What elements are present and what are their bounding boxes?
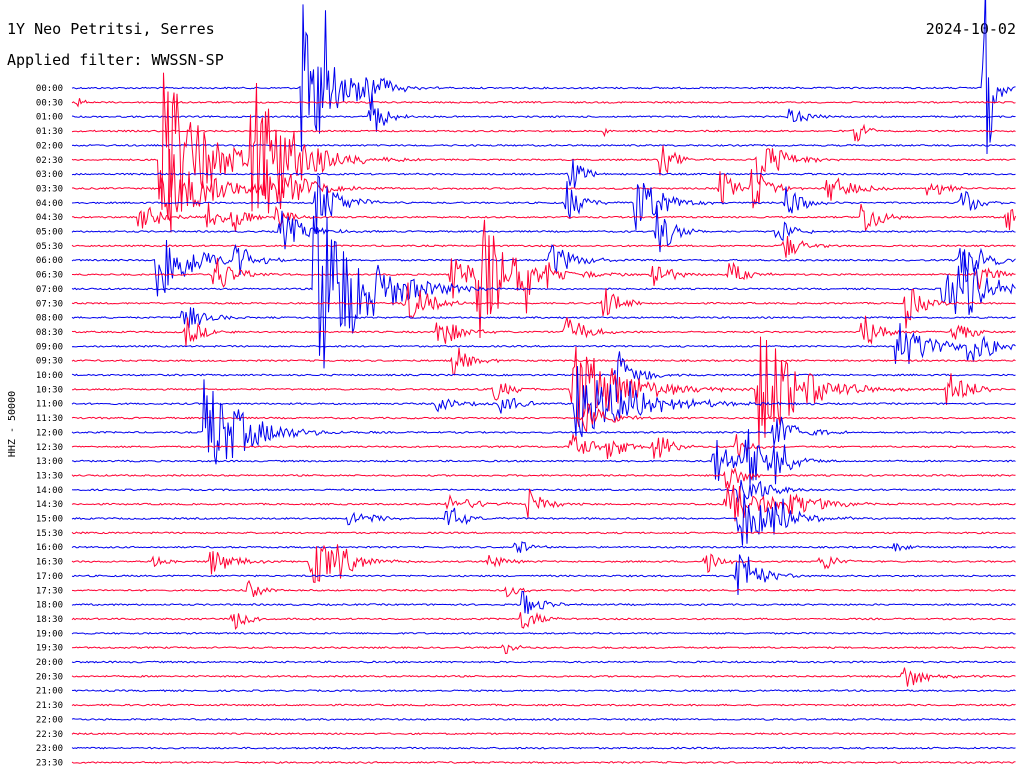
trace-row-2130 — [71, 703, 1016, 707]
trace-group — [71, 0, 1016, 764]
row-label: 05:00 — [36, 228, 63, 238]
tick-labels: 00:00 00:30 01:00 01:30 02:00 02:30 03:00 03:30… — [36, 84, 63, 768]
row-label: 23:00 — [36, 744, 63, 754]
trace-row-1830 — [71, 612, 1016, 630]
row-label: 11:00 — [36, 400, 63, 410]
trace-row-0100 — [71, 92, 1016, 132]
row-label: 21:00 — [36, 687, 63, 697]
row-label: 04:00 — [36, 199, 63, 209]
row-label: 22:00 — [36, 715, 63, 725]
row-label: 06:30 — [36, 271, 63, 281]
row-label: 15:30 — [36, 529, 63, 539]
row-label: 16:00 — [36, 543, 63, 553]
row-label: 17:00 — [36, 572, 63, 582]
trace-row-1200 — [71, 379, 1016, 465]
row-label: 02:00 — [36, 141, 63, 151]
trace-row-0130 — [71, 123, 1016, 143]
trace-row-2000 — [71, 660, 1016, 664]
trace-row-0430 — [72, 202, 1016, 232]
row-label: 00:00 — [36, 84, 63, 94]
row-label: 09:30 — [36, 357, 63, 367]
trace-row-0800 — [71, 307, 1016, 329]
trace-row-2030 — [71, 667, 1016, 687]
trace-row-2100 — [71, 689, 1016, 693]
trace-row-1400 — [71, 479, 1016, 504]
row-label: 09:00 — [36, 342, 63, 352]
trace-row-1530 — [71, 531, 1016, 535]
row-label: 12:30 — [36, 443, 63, 453]
row-label: 17:30 — [36, 586, 63, 596]
trace-row-1900 — [71, 631, 1016, 635]
row-label: 04:30 — [36, 213, 63, 223]
row-label: 13:00 — [36, 457, 63, 467]
trace-row-0530 — [71, 235, 1016, 258]
trace-row-0600 — [71, 239, 1016, 297]
row-label: 11:30 — [36, 414, 63, 424]
y-axis-label: HHZ - 50000 — [7, 391, 18, 457]
row-label: 10:30 — [36, 385, 63, 395]
row-label: 18:30 — [36, 615, 63, 625]
trace-row-0400 — [71, 174, 1016, 235]
trace-row-0930 — [71, 347, 1016, 376]
row-label: 03:00 — [36, 170, 63, 180]
row-label: 20:30 — [36, 672, 63, 682]
row-label: 10:00 — [36, 371, 63, 381]
trace-row-1330 — [71, 466, 1016, 489]
trace-row-1730 — [71, 579, 1016, 598]
row-label: 02:30 — [36, 156, 63, 166]
row-label: 19:00 — [36, 629, 63, 639]
trace-row-2300 — [71, 746, 1016, 750]
row-label: 19:30 — [36, 644, 63, 654]
trace-row-1800 — [71, 590, 1016, 614]
row-label: 14:30 — [36, 500, 63, 510]
trace-row-1930 — [71, 644, 1016, 655]
row-label: 06:00 — [36, 256, 63, 266]
trace-row-2200 — [71, 717, 1016, 721]
row-label: 15:00 — [36, 515, 63, 525]
trace-row-0230 — [71, 72, 1016, 233]
row-label: 14:00 — [36, 486, 63, 496]
helicorder-plot: 00:00 00:30 01:00 01:30 02:00 02:30 03:00 03:30… — [7, 0, 1016, 768]
row-label: 01:30 — [36, 127, 63, 137]
row-label: 05:30 — [36, 242, 63, 252]
trace-row-0300 — [71, 159, 1016, 189]
row-label: 01:00 — [36, 113, 63, 123]
row-label: 07:30 — [36, 299, 63, 309]
row-label: 07:00 — [36, 285, 63, 295]
trace-row-2330 — [71, 761, 1016, 764]
row-label: 23:30 — [36, 758, 63, 768]
trace-row-2230 — [71, 732, 1016, 736]
trace-row-0030 — [71, 98, 1016, 108]
row-label: 08:00 — [36, 314, 63, 324]
row-label: 13:30 — [36, 471, 63, 481]
row-label: 18:00 — [36, 601, 63, 611]
row-label: 03:30 — [36, 184, 63, 194]
trace-row-1230 — [71, 434, 1016, 460]
trace-row-0700 — [71, 215, 1016, 369]
row-label: 12:00 — [36, 428, 63, 438]
row-label: 16:30 — [36, 558, 63, 568]
row-label: 22:30 — [36, 730, 63, 740]
trace-row-1600 — [71, 541, 1016, 554]
row-label: 21:30 — [36, 701, 63, 711]
trace-row-0200 — [71, 143, 1016, 147]
row-label: 00:30 — [36, 98, 63, 108]
row-label: 08:30 — [36, 328, 63, 338]
row-label: 20:00 — [36, 658, 63, 668]
